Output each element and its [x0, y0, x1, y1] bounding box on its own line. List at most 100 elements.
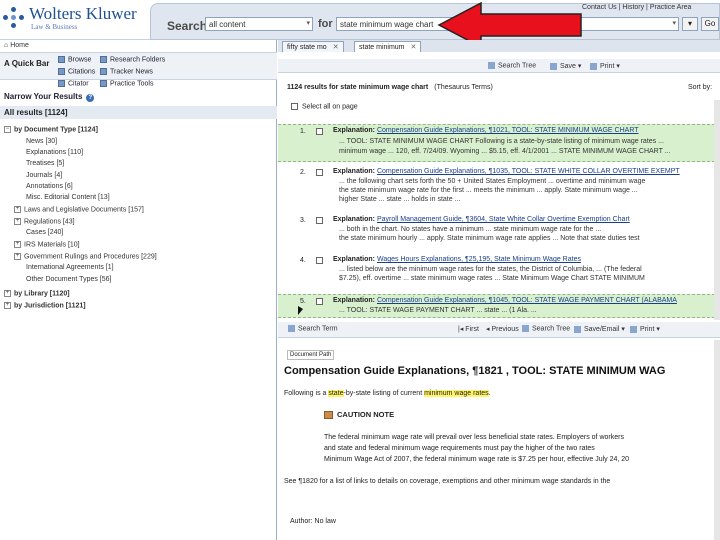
result-item-5[interactable]: 5. Explanation: Compensation Guide Expla… — [278, 294, 720, 318]
collapse-icon[interactable]: − — [4, 126, 11, 133]
brand-name: Wolters Kluwer — [29, 4, 137, 23]
save-icon — [550, 62, 557, 70]
tab-state-minimum[interactable]: state minimum ✕ — [354, 41, 422, 52]
previous-button[interactable]: ◂ Previous — [486, 325, 519, 333]
search-term-button[interactable]: Search Term — [288, 325, 338, 332]
select-all-checkbox[interactable] — [291, 103, 298, 110]
facet-item[interactable]: + Government Rulings and Procedures [229] — [14, 253, 157, 260]
close-icon[interactable]: ✕ — [333, 44, 339, 51]
author-line: Author: No law — [290, 518, 336, 525]
facet-item[interactable]: Treatises [5] — [26, 160, 64, 167]
first-button[interactable]: |◂ First — [458, 325, 479, 333]
caution-line: Minimum Wage Act of 2007, the federal mi… — [324, 456, 630, 463]
result-checkbox[interactable] — [316, 169, 323, 176]
caution-note: CAUTION NOTE — [324, 410, 394, 420]
result-checkbox[interactable] — [316, 128, 323, 135]
results-scrollbar[interactable] — [714, 100, 720, 320]
folder-icon — [100, 56, 107, 63]
quick-citator[interactable]: Citator — [58, 80, 89, 87]
facet-item[interactable]: + by Jurisdiction [1121] — [4, 302, 86, 309]
search-label: Search — [167, 19, 208, 33]
close-icon[interactable]: ✕ — [411, 44, 417, 51]
tab-fifty-state[interactable]: fifty state mo ✕ — [282, 41, 344, 52]
facet-item[interactable]: + Regulations [43] — [14, 218, 75, 225]
help-icon[interactable]: ? — [86, 94, 95, 102]
result-checkbox[interactable] — [316, 217, 323, 224]
facet-item[interactable]: Misc. Editorial Content [13] — [26, 194, 110, 201]
expand-icon[interactable]: + — [4, 290, 11, 297]
save-icon — [574, 325, 581, 333]
facet-item[interactable]: + Laws and Legislative Documents [157] — [14, 206, 144, 213]
caution-line: and state and federal minimum wage requi… — [324, 445, 595, 452]
results-panel: fifty state mo ✕ state minimum ✕ Search Tr… — [278, 40, 720, 540]
tools-icon — [100, 80, 107, 87]
facet-item[interactable]: + by Library [1120] — [4, 290, 70, 297]
doc-print-button[interactable]: Print ▾ — [630, 325, 660, 333]
document-title: Compensation Guide Explanations, ¶1821 ,… — [284, 365, 666, 377]
chevron-down-icon: ▾ — [672, 20, 676, 27]
document-intro: Following is a state-by-state listing of… — [284, 390, 491, 397]
first-icon: |◂ — [458, 326, 464, 333]
caution-icon — [324, 411, 333, 420]
expand-icon[interactable]: + — [4, 302, 11, 309]
facet-item[interactable]: Explanations [110] — [26, 149, 83, 156]
result-item-1[interactable]: 1. Explanation: Compensation Guide Expla… — [278, 124, 720, 162]
expand-icon[interactable]: + — [14, 241, 21, 248]
save-button[interactable]: Save ▾ — [550, 62, 581, 70]
document-scrollbar[interactable] — [714, 340, 720, 540]
home-link[interactable]: ⌂ Home — [4, 42, 29, 49]
quick-practice-tools[interactable]: Practice Tools — [100, 80, 153, 87]
facet-item[interactable]: Annotations [6] — [26, 183, 73, 190]
sort-by[interactable]: Sort by: — [688, 84, 712, 91]
top-links[interactable]: Contact Us | History | Practice Area — [582, 4, 691, 11]
print-button[interactable]: Print ▾ — [590, 62, 620, 70]
home-icon: ⌂ — [4, 42, 9, 49]
print-icon — [630, 325, 637, 333]
chevron-down-icon: ▾ — [306, 20, 310, 27]
brand-logo[interactable]: Wolters Kluwer Law & Business — [3, 5, 137, 31]
print-icon — [590, 62, 597, 70]
go-button[interactable]: Go — [701, 17, 719, 31]
quick-research-folders[interactable]: Research Folders — [100, 56, 165, 63]
doc-tabs: fifty state mo ✕ state minimum ✕ — [278, 40, 720, 52]
citator-icon — [58, 80, 65, 87]
document-path-button[interactable]: Document Path — [287, 350, 335, 360]
facet-item[interactable]: Other Document Types [56] — [26, 276, 111, 283]
facet-item[interactable]: News [30] — [26, 138, 57, 145]
result-checkbox[interactable] — [316, 298, 323, 305]
result-item-4[interactable]: 4. Explanation: Wages Hours Explanations… — [278, 254, 720, 288]
all-results[interactable]: All results [1124] — [0, 106, 277, 119]
left-panel: ⌂ Home A Quick Bar Browse Citations Rese… — [0, 40, 277, 540]
result-item-3[interactable]: 3. Explanation: Payroll Management Guide… — [278, 214, 720, 246]
tree-icon — [488, 62, 495, 69]
facet-item[interactable]: − by Document Type [1124] — [4, 126, 98, 133]
caution-line: The federal minimum wage rate will preva… — [324, 434, 624, 441]
search-options-button[interactable]: ▾ — [682, 17, 698, 31]
save-email-button[interactable]: Save/Email ▾ — [574, 325, 625, 333]
facet-item[interactable]: International Agreements [1] — [26, 264, 114, 271]
quick-citations[interactable]: Citations — [58, 68, 95, 75]
expand-icon[interactable]: + — [14, 253, 21, 260]
facet-item[interactable]: + IRS Materials [10] — [14, 241, 80, 248]
expand-icon[interactable]: + — [14, 218, 21, 225]
facet-item[interactable]: Cases [240] — [26, 229, 63, 236]
document-toolbar: Search Term |◂ First ◂ Previous Search T… — [278, 322, 720, 338]
brand-subtitle: Law & Business — [31, 23, 78, 31]
quick-tracker-news[interactable]: Tracker News — [100, 68, 153, 75]
quick-bar-title[interactable]: A Quick Bar — [4, 59, 50, 68]
thesaurus-link[interactable]: (Thesaurus Terms) — [434, 84, 493, 91]
browse-icon — [58, 56, 65, 63]
facet-item[interactable]: Journals [4] — [26, 172, 62, 179]
result-checkbox[interactable] — [316, 257, 323, 264]
tree-icon — [522, 325, 529, 332]
quick-bar: A Quick Bar Browse Citations Research Fo… — [0, 52, 277, 80]
citations-icon — [58, 68, 65, 75]
expand-icon[interactable]: + — [14, 206, 21, 213]
quick-browse[interactable]: Browse — [58, 56, 91, 63]
doc-search-tree-button[interactable]: Search Tree — [522, 325, 570, 332]
see-also-line: See ¶1820 for a list of links to details… — [284, 478, 611, 485]
result-item-2[interactable]: 2. Explanation: Compensation Guide Expla… — [278, 166, 720, 206]
search-scope-select[interactable]: all content ▾ — [205, 17, 313, 31]
search-tree-button[interactable]: Search Tree — [488, 62, 536, 69]
select-all-on-page[interactable]: Select all on page — [291, 103, 358, 110]
